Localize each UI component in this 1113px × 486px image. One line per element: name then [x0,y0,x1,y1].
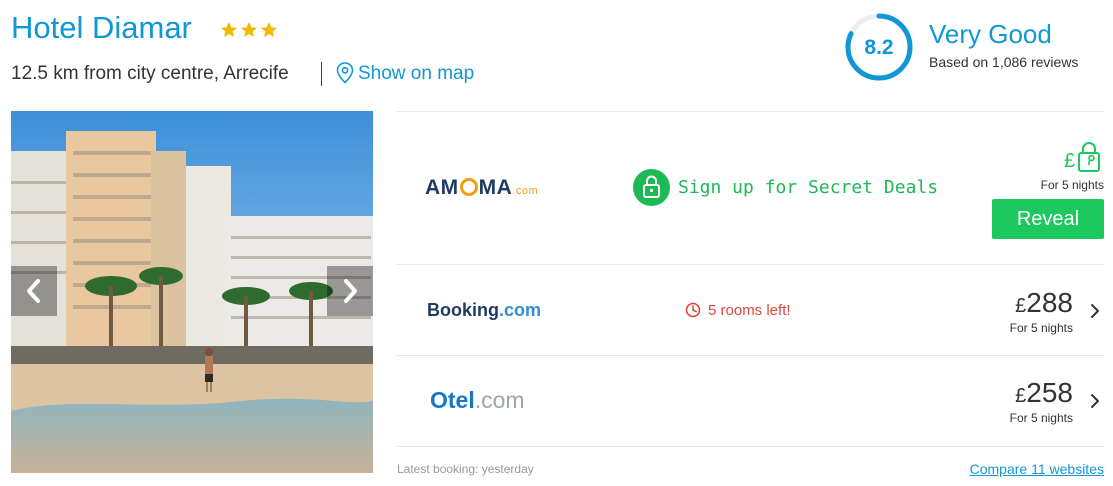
chevron-right-icon[interactable] [1089,392,1101,410]
gallery-next-button[interactable] [327,266,373,316]
latest-booking-text: Latest booking: yesterday [397,462,534,476]
svg-text:£: £ [1064,150,1075,172]
amoma-logo[interactable]: AM MA.com [425,176,538,200]
otel-logo[interactable]: Otel.com [430,387,525,414]
location-text: 12.5 km from city centre, Arrecife [11,63,289,84]
amoma-o-mark [459,178,478,196]
chevron-right-icon [344,279,357,303]
clock-icon [685,302,701,318]
hotel-photo[interactable] [11,111,373,473]
reveal-button[interactable]: Reveal [992,199,1104,239]
divider [397,111,1104,112]
locked-price-icon: £ [1064,140,1104,174]
divider [397,264,1104,265]
divider [321,62,322,86]
star-icon [261,22,277,37]
star-icon [241,22,257,37]
otel-price[interactable]: £258 [1015,377,1073,409]
secret-deals-link[interactable]: Sign up for Secret Deals [678,177,938,198]
rating-score: 8.2 [864,36,894,59]
chevron-right-icon[interactable] [1089,302,1101,320]
divider [397,446,1104,447]
booking-price[interactable]: £288 [1015,287,1073,319]
booking-logo[interactable]: Booking.com [427,300,541,321]
rating-label: Very Good [929,19,1052,49]
lock-icon[interactable] [633,169,670,206]
chevron-left-icon [27,279,40,303]
rooms-left-notice: 5 rooms left! [708,302,791,319]
star-rating [221,22,277,37]
gallery-prev-button[interactable] [11,266,57,316]
compare-websites-link[interactable]: Compare 11 websites [970,461,1104,477]
nights-label: For 5 nights [1040,178,1104,192]
review-count: Based on 1,086 reviews [929,54,1079,70]
nights-label: For 5 nights [1009,411,1073,425]
divider [397,355,1104,356]
show-on-map-link[interactable]: Show on map [358,63,474,85]
star-icon [221,22,237,37]
nights-label: For 5 nights [1009,321,1073,335]
map-pin-icon[interactable] [336,62,354,84]
hotel-name: Hotel Diamar [11,10,192,45]
